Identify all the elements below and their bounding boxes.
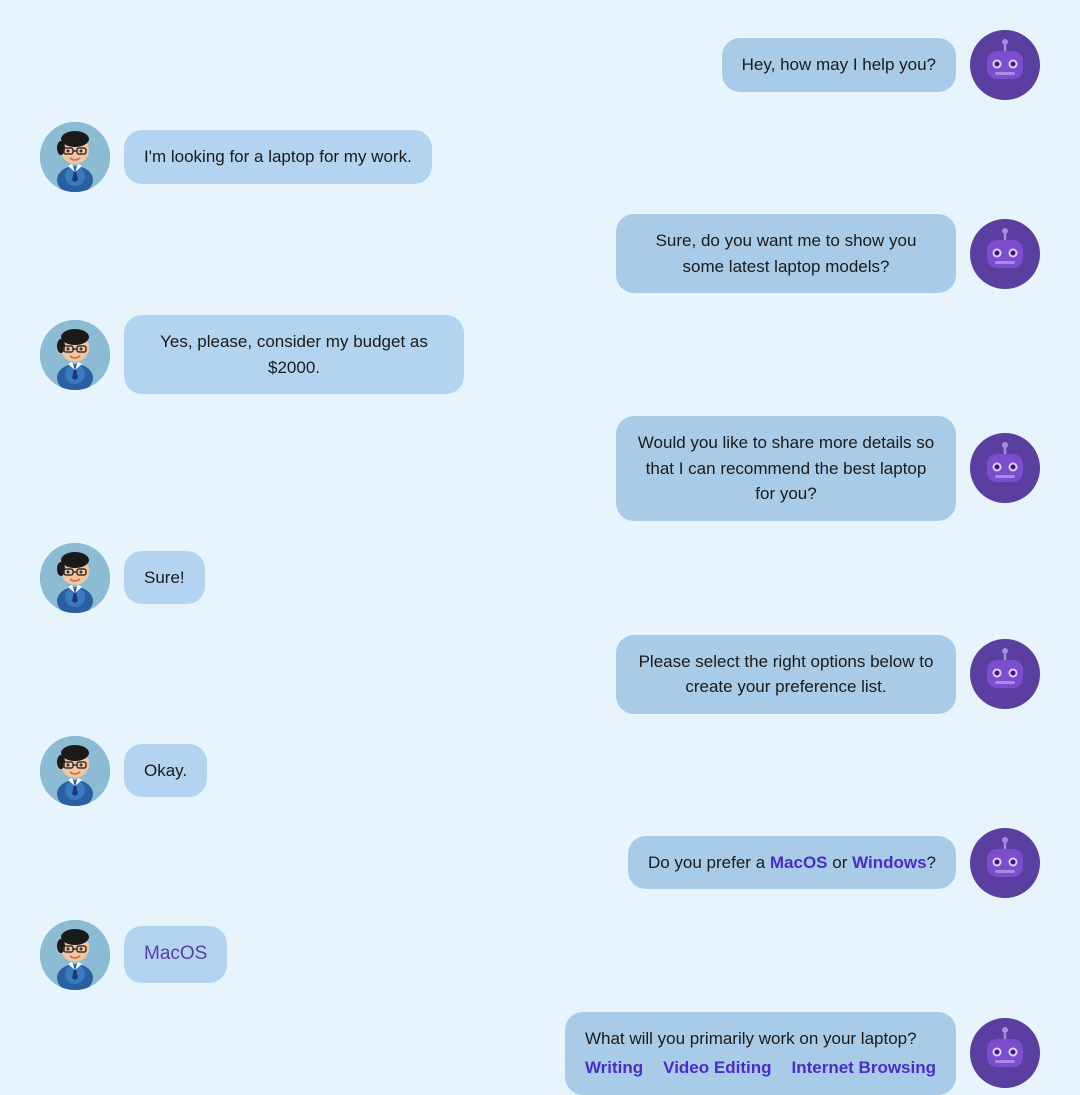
bot-message-2: Sure, do you want me to show you some la… bbox=[390, 214, 1040, 293]
user-message-5: MacOS bbox=[40, 920, 590, 990]
bot-icon-2 bbox=[977, 226, 1033, 282]
user-avatar-2 bbox=[40, 320, 110, 390]
user-message-4: Okay. bbox=[40, 736, 590, 806]
user-avatar-3 bbox=[40, 543, 110, 613]
user-bubble-2: Yes, please, consider my budget as $2000… bbox=[124, 315, 464, 394]
bot-icon-1 bbox=[977, 37, 1033, 93]
bot-icon-5 bbox=[977, 835, 1033, 891]
user-bubble-3: Sure! bbox=[124, 551, 205, 605]
user-avatar-4 bbox=[40, 736, 110, 806]
bot-bubble-4: Please select the right options below to… bbox=[616, 635, 956, 714]
user-person-icon-1 bbox=[40, 122, 110, 192]
writing-option[interactable]: Writing bbox=[585, 1055, 643, 1081]
chat-container: Hey, how may I help you? bbox=[0, 0, 1080, 1080]
bot-message-4: Please select the right options below to… bbox=[390, 635, 1040, 714]
work-options-row: Writing Video Editing Internet Browsing bbox=[585, 1055, 936, 1081]
user-avatar-5 bbox=[40, 920, 110, 990]
user-person-icon-3 bbox=[40, 543, 110, 613]
video-editing-option[interactable]: Video Editing bbox=[663, 1055, 771, 1081]
internet-browsing-option[interactable]: Internet Browsing bbox=[791, 1055, 936, 1081]
user-message-1: I'm looking for a laptop for my work. bbox=[40, 122, 590, 192]
bot-bubble-1: Hey, how may I help you? bbox=[722, 38, 956, 92]
macos-option[interactable]: MacOS bbox=[770, 853, 828, 872]
user-avatar-1 bbox=[40, 122, 110, 192]
user-bubble-1: I'm looking for a laptop for my work. bbox=[124, 130, 432, 184]
bot-avatar-4 bbox=[970, 639, 1040, 709]
bot-bubble-multi: What will you primarily work on your lap… bbox=[565, 1012, 956, 1095]
bot-message-1: Hey, how may I help you? bbox=[390, 30, 1040, 100]
user-person-icon-5 bbox=[40, 920, 110, 990]
bot-avatar-1 bbox=[970, 30, 1040, 100]
bot-icon-4 bbox=[977, 646, 1033, 702]
bot-icon-6 bbox=[977, 1025, 1033, 1081]
bot-icon-3 bbox=[977, 440, 1033, 496]
bot-avatar-5 bbox=[970, 828, 1040, 898]
user-message-3: Sure! bbox=[40, 543, 590, 613]
bot-avatar-6 bbox=[970, 1018, 1040, 1088]
bot-bubble-5: Do you prefer a MacOS or Windows? bbox=[628, 836, 956, 890]
bot-bubble-2: Sure, do you want me to show you some la… bbox=[616, 214, 956, 293]
bot-multi-question: What will you primarily work on your lap… bbox=[585, 1026, 936, 1052]
bot-bubble-3: Would you like to share more details so … bbox=[616, 416, 956, 521]
bot-avatar-3 bbox=[970, 433, 1040, 503]
bot-avatar-2 bbox=[970, 219, 1040, 289]
user-person-icon-2 bbox=[40, 320, 110, 390]
user-message-2: Yes, please, consider my budget as $2000… bbox=[40, 315, 590, 394]
user-bubble-macos: MacOS bbox=[124, 926, 227, 983]
user-bubble-4: Okay. bbox=[124, 744, 207, 798]
windows-option[interactable]: Windows bbox=[852, 853, 926, 872]
bot-message-6: What will you primarily work on your lap… bbox=[390, 1012, 1040, 1095]
bot-message-3: Would you like to share more details so … bbox=[390, 416, 1040, 521]
bot-message-5: Do you prefer a MacOS or Windows? bbox=[390, 828, 1040, 898]
user-person-icon-4 bbox=[40, 736, 110, 806]
